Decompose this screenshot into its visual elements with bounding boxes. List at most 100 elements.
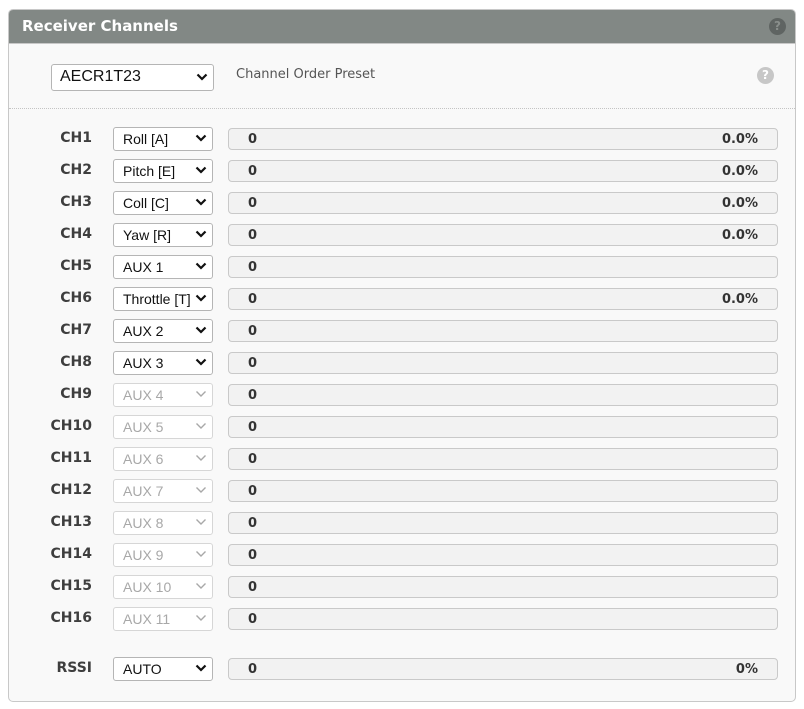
preset-label: Channel Order Preset: [236, 67, 376, 82]
channel-mapping-value: AUX 8: [123, 515, 164, 531]
channel-mapping-select[interactable]: Coll [C]: [113, 191, 213, 215]
channel-mapping-select: AUX 5: [113, 415, 213, 439]
channel-value: 0: [248, 292, 258, 307]
channel-mapping-value: AUX 7: [123, 483, 164, 499]
channel-mapping-select[interactable]: Pitch [E]: [113, 159, 213, 183]
rssi-select-value: AUTO: [123, 661, 162, 677]
channel-row: CH2 Pitch [E] 0 0.0%: [9, 159, 795, 183]
channel-meter: 0: [228, 352, 778, 374]
channel-order-preset-select[interactable]: AECR1T23: [51, 64, 214, 91]
channel-value: 0: [248, 324, 258, 339]
channel-mapping-select[interactable]: AUX 3: [113, 351, 213, 375]
channel-meter: 0 0.0%: [228, 128, 778, 150]
channel-value: 0: [248, 356, 258, 371]
channel-row: CH16 AUX 11 0: [9, 607, 795, 631]
channel-row: CH8 AUX 3 0: [9, 351, 795, 375]
channel-label: CH12: [50, 482, 92, 498]
channel-mapping-select: AUX 8: [113, 511, 213, 535]
channel-mapping-value: AUX 3: [123, 355, 164, 371]
channel-mapping-select[interactable]: Throttle [T]: [113, 287, 213, 311]
receiver-channels-panel: Receiver Channels ? AECR1T23 Channel Ord…: [8, 9, 796, 702]
chevron-down-icon: [195, 230, 207, 238]
channel-mapping-select: AUX 11: [113, 607, 213, 631]
channel-mapping-value: Coll [C]: [123, 195, 169, 211]
channel-label: CH10: [50, 418, 92, 434]
channel-mapping-select[interactable]: Yaw [R]: [113, 223, 213, 247]
question-circle-icon[interactable]: ?: [757, 67, 774, 84]
channel-label: CH1: [60, 130, 92, 146]
channel-meter: 0: [228, 576, 778, 598]
channel-meter: 0 0.0%: [228, 160, 778, 182]
question-circle-icon[interactable]: ?: [769, 18, 786, 35]
channel-mapping-value: Throttle [T]: [123, 291, 191, 307]
channel-value: 0: [248, 196, 258, 211]
channel-mapping-select: AUX 7: [113, 479, 213, 503]
chevron-down-icon: [195, 134, 207, 142]
channel-label: CH8: [60, 354, 92, 370]
channel-label: CH13: [50, 514, 92, 530]
channel-mapping-select[interactable]: Roll [A]: [113, 127, 213, 151]
channel-mapping-value: Pitch [E]: [123, 163, 176, 179]
channel-meter: 0: [228, 256, 778, 278]
channel-mapping-value: AUX 11: [123, 611, 171, 627]
channel-mapping-select: AUX 4: [113, 383, 213, 407]
channel-row: CH12 AUX 7 0: [9, 479, 795, 503]
chevron-down-icon: [195, 198, 207, 206]
channel-mapping-value: AUX 5: [123, 419, 164, 435]
rssi-label: RSSI: [56, 660, 92, 676]
channel-mapping-value: AUX 2: [123, 323, 164, 339]
chevron-down-icon: [196, 551, 206, 557]
channel-value: 0: [248, 484, 258, 499]
panel-header: Receiver Channels ?: [9, 10, 795, 44]
channel-mapping-value: AUX 6: [123, 451, 164, 467]
channel-order-preset-row: AECR1T23 Channel Order Preset ?: [9, 43, 795, 109]
chevron-down-icon: [196, 583, 206, 589]
channel-row: CH9 AUX 4 0: [9, 383, 795, 407]
channel-mapping-select[interactable]: AUX 2: [113, 319, 213, 343]
chevron-down-icon: [195, 294, 207, 302]
channel-mapping-select: AUX 9: [113, 543, 213, 567]
channel-row: CH7 AUX 2 0: [9, 319, 795, 343]
channel-meter: 0: [228, 608, 778, 630]
rssi-percent: 0%: [735, 662, 758, 677]
channel-percent: 0.0%: [721, 132, 758, 147]
channel-mapping-select[interactable]: AUX 1: [113, 255, 213, 279]
channel-meter: 0: [228, 448, 778, 470]
channel-percent: 0.0%: [721, 228, 758, 243]
channel-value: 0: [248, 388, 258, 403]
panel-title: Receiver Channels: [22, 17, 178, 35]
chevron-down-icon: [196, 455, 206, 461]
channel-row: CH13 AUX 8 0: [9, 511, 795, 535]
channel-label: CH15: [50, 578, 92, 594]
channel-label: CH14: [50, 546, 92, 562]
channel-row: CH10 AUX 5 0: [9, 415, 795, 439]
channel-row: CH11 AUX 6 0: [9, 447, 795, 471]
channel-row: CH14 AUX 9 0: [9, 543, 795, 567]
channel-value: 0: [248, 260, 258, 275]
chevron-down-icon: [196, 423, 206, 429]
rssi-meter: 0 0%: [228, 658, 778, 680]
chevron-down-icon: [195, 326, 207, 334]
channel-meter: 0: [228, 544, 778, 566]
channel-label: CH7: [60, 322, 92, 338]
channel-label: CH11: [50, 450, 92, 466]
channel-value: 0: [248, 612, 258, 627]
chevron-down-icon: [196, 487, 206, 493]
channel-row: CH6 Throttle [T] 0 0.0%: [9, 287, 795, 311]
channel-label: CH16: [50, 610, 92, 626]
chevron-down-icon: [195, 664, 207, 672]
chevron-down-icon: [196, 73, 208, 81]
channel-label: CH9: [60, 386, 92, 402]
channel-meter: 0: [228, 512, 778, 534]
chevron-down-icon: [195, 358, 207, 366]
channel-row: CH1 Roll [A] 0 0.0%: [9, 127, 795, 151]
rssi-row: RSSI AUTO 0 0%: [9, 657, 795, 681]
channel-percent: 0.0%: [721, 164, 758, 179]
rssi-channel-select[interactable]: AUTO: [113, 657, 213, 681]
channel-value: 0: [248, 580, 258, 595]
channel-meter: 0 0.0%: [228, 224, 778, 246]
channel-meter: 0 0.0%: [228, 192, 778, 214]
chevron-down-icon: [196, 391, 206, 397]
channel-meter: 0 0.0%: [228, 288, 778, 310]
rssi-value: 0: [248, 662, 258, 677]
